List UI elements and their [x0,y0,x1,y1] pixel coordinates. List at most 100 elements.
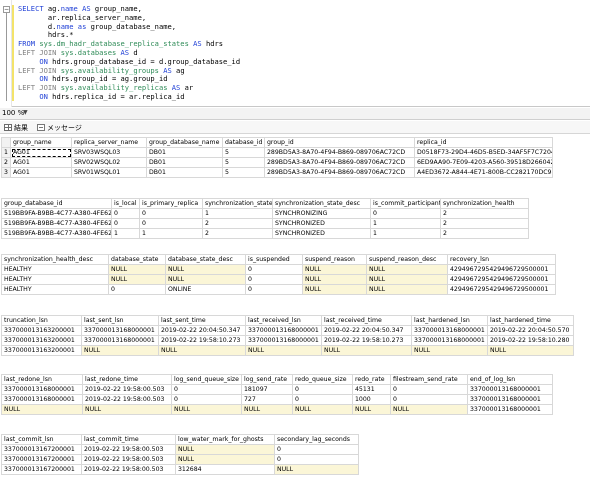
table-cell[interactable]: SYNCHRONIZING [272,208,371,219]
table-row[interactable]: 337000013168000001 2019-02-22 19:58:00.50… [1,394,553,405]
table-cell[interactable]: 4294967295429496729500001 [447,264,556,275]
table-cell[interactable]: 289BD5A3-8A70-4F94-B869-089706AC72CD [264,147,415,158]
column-header[interactable]: group_database_id [1,198,112,209]
column-header[interactable]: last_received_time [321,315,412,326]
table-cell[interactable]: NULL [487,345,574,356]
corner-cell[interactable] [1,137,11,148]
table-cell[interactable]: 2019-02-22 19:58:10.280 [487,335,574,346]
table-cell[interactable]: HEALTHY [1,284,109,295]
column-header[interactable]: database_state_desc [165,254,246,265]
table-row[interactable]: NULL NULL NULL NULL NULL NULL NULL 337000013168… [1,404,553,415]
table-cell[interactable]: 0 [390,384,468,395]
column-header[interactable]: suspend_reason [302,254,367,265]
table-cell[interactable]: 727 [241,394,293,405]
table-row[interactable]: 337000013168000001 2019-02-22 19:58:00.50… [1,384,553,395]
table-cell[interactable]: 1 [370,218,441,229]
table-cell[interactable]: 2019-02-22 19:58:10.273 [321,335,412,346]
table-cell[interactable]: 0 [390,394,468,405]
table-cell[interactable]: A4ED3672-A844-4E71-800B-CC282170DC98 [414,167,553,178]
table-cell[interactable]: 337000013163200001 [1,325,82,336]
table-cell[interactable]: 6ED9AA90-7E09-4203-A560-39518D266042 [414,157,553,168]
table-cell[interactable]: NULL [390,404,468,415]
column-header[interactable]: truncation_lsn [1,315,82,326]
column-header[interactable]: is_primary_replica [139,198,203,209]
table-row[interactable]: 2 AG01 SRV02WSQL02 DB01 5 289BD5A3-8A70-4F94-… [1,157,553,168]
table-cell[interactable]: 1 [139,228,203,239]
table-cell[interactable]: NULL [165,264,246,275]
table-cell[interactable]: AG01 [10,157,72,168]
table-cell[interactable]: 337000013168000001 [467,384,553,395]
table-cell[interactable]: 0 [274,444,359,455]
table-row[interactable]: 337000013167200001 2019-02-22 19:58:00.50… [1,464,359,475]
table-cell[interactable]: NULL [366,284,448,295]
table-cell[interactable]: SRV03WSQL03 [71,147,147,158]
table-cell[interactable]: 337000013163200001 [1,335,82,346]
table-cell[interactable]: 0 [292,394,353,405]
column-header[interactable]: last_hardened_lsn [411,315,488,326]
table-cell[interactable]: 337000013168000001 [81,335,159,346]
table-row[interactable]: 337000013163200001 337000013168000001 2019… [1,325,574,336]
table-cell[interactable]: 0 [171,394,242,405]
table-row[interactable]: 337000013167200001 2019-02-22 19:58:00.50… [1,444,359,455]
code-line[interactable]: ON hdrs.replica_id = ar.replica_id [18,92,240,102]
table-cell[interactable]: NULL [366,274,448,285]
table-row[interactable]: 3 AG01 SRV01WSQL01 DB01 5 289BD5A3-8A70-4F94-… [1,167,553,178]
table-cell[interactable]: 0 [292,384,353,395]
table-cell[interactable]: 0 [245,274,303,285]
table-cell[interactable]: SRV01WSQL01 [71,167,147,178]
column-header[interactable]: log_send_rate [241,374,293,385]
results-grid-3[interactable]: synchronization_health_desc database_stat… [1,254,556,295]
column-header[interactable]: last_received_lsn [245,315,322,326]
column-header[interactable]: synchronization_state [202,198,273,209]
results-grid-1[interactable]: group_name replica_server_name group_datab… [1,137,553,178]
table-cell[interactable]: 337000013168000001 [411,335,488,346]
table-cell[interactable]: 2019-02-22 19:58:00.503 [82,394,172,405]
table-cell[interactable]: NULL [366,264,448,275]
table-cell[interactable]: NULL [302,284,367,295]
table-cell[interactable]: 0 [111,218,140,229]
table-cell[interactable]: 337000013163200001 [1,345,82,356]
row-number[interactable]: 1 [1,147,11,158]
column-header[interactable]: group_name [10,137,72,148]
column-header[interactable]: last_commit_time [81,434,176,445]
column-header[interactable]: group_id [264,137,415,148]
table-cell[interactable]: 289BD5A3-8A70-4F94-B869-089706AC72CD [264,157,415,168]
table-cell[interactable]: NULL [175,454,275,465]
table-cell[interactable]: 2019-02-22 19:58:00.503 [81,444,176,455]
table-cell[interactable]: 519BB9FA-B9BB-4C77-A380-4FE62705358D [1,218,112,229]
column-header[interactable]: last_sent_time [158,315,246,326]
table-cell[interactable]: 337000013168000001 [467,394,553,405]
table-cell[interactable]: 4294967295429496729500001 [447,274,556,285]
table-cell[interactable]: 2 [440,218,529,229]
table-cell[interactable]: DB01 [146,157,223,168]
table-cell[interactable]: 1000 [352,394,391,405]
column-header[interactable]: is_local [111,198,140,209]
table-cell[interactable]: 519BB9FA-B9BB-4C77-A380-4FE62705358D [1,208,112,219]
column-header[interactable]: replica_server_name [71,137,147,148]
table-cell[interactable]: NULL [302,264,367,275]
table-cell[interactable]: NULL [321,345,412,356]
tab-messages[interactable]: メッセージ [37,122,82,133]
column-header[interactable]: suspend_reason_desc [366,254,448,265]
column-header[interactable]: redo_queue_size [292,374,353,385]
table-cell[interactable]: 0 [108,284,166,295]
table-row[interactable]: 1 AG01 SRV03WSQL03 DB01 5 289BD5A3-8A70-4F94-… [1,147,553,158]
row-number[interactable]: 2 [1,157,11,168]
table-cell[interactable]: 337000013167200001 [1,464,82,475]
results-grid-6[interactable]: last_commit_lsn last_commit_time low_water… [1,434,359,475]
column-header[interactable]: is_commit_participant [370,198,441,209]
table-row[interactable]: 337000013163200001 NULL NULL NULL NULL NULL NU… [1,345,574,356]
table-cell[interactable]: SYNCHRONIZED [272,228,371,239]
column-header[interactable]: redo_rate [352,374,391,385]
table-row[interactable]: HEALTHY 0 ONLINE 0 NULL NULL 42949672954294967… [1,284,556,295]
table-cell[interactable]: SYNCHRONIZED [272,218,371,229]
table-cell[interactable]: NULL [274,464,359,475]
table-cell[interactable]: 0 [370,208,441,219]
column-header[interactable]: last_hardened_time [487,315,574,326]
table-cell[interactable]: NULL [411,345,488,356]
table-cell[interactable]: 2019-02-22 19:58:10.273 [158,335,246,346]
table-cell[interactable]: 337000013168000001 [1,394,83,405]
column-header[interactable]: secondary_lag_seconds [274,434,359,445]
table-row[interactable]: 519BB9FA-B9BB-4C77-A380-4FE62705358D002S… [1,218,529,229]
table-cell[interactable]: 0 [139,218,203,229]
